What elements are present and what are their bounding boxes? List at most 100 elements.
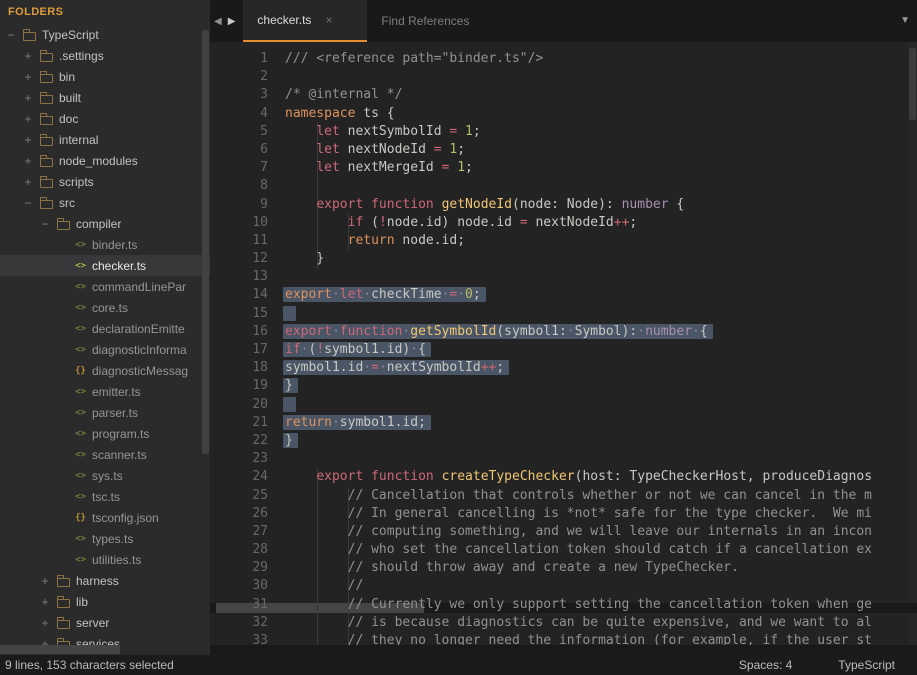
sidebar-file-diagnosticmessag[interactable]: {}diagnosticMessag xyxy=(0,360,210,381)
sidebar-file-core-ts[interactable]: <>core.ts xyxy=(0,297,210,318)
syntax-setting[interactable]: TypeScript xyxy=(838,658,895,672)
code-line-10[interactable]: 10 if (!node.id) node.id = nextNodeId++; xyxy=(210,214,917,232)
code-line-13[interactable]: 13 xyxy=(210,268,917,286)
code-line-28[interactable]: 28 // who set the cancellation token sho… xyxy=(210,541,917,559)
code-token: { xyxy=(418,342,426,357)
sidebar-file-diagnosticinforma[interactable]: <>diagnosticInforma xyxy=(0,339,210,360)
expand-icon[interactable]: + xyxy=(38,595,52,609)
sidebar-file-checker-ts[interactable]: <>checker.ts xyxy=(0,255,210,276)
sidebar-folder-built[interactable]: +built xyxy=(0,87,210,108)
code-token: symbol1.id) xyxy=(324,342,410,357)
code-line-26[interactable]: 26 // In general cancelling is *not* saf… xyxy=(210,505,917,523)
sidebar-file-binder-ts[interactable]: <>binder.ts xyxy=(0,234,210,255)
sidebar-folder-internal[interactable]: +internal xyxy=(0,129,210,150)
expand-icon[interactable]: + xyxy=(21,154,35,168)
code-line-6[interactable]: 6 let nextNodeId = 1; xyxy=(210,141,917,159)
code-line-5[interactable]: 5 let nextSymbolId = 1; xyxy=(210,123,917,141)
code-line-19[interactable]: 19} xyxy=(210,377,917,395)
code-token: · xyxy=(332,415,340,430)
sidebar-folder-node-modules[interactable]: +node_modules xyxy=(0,150,210,171)
item-label: diagnosticMessag xyxy=(92,364,188,378)
code-line-7[interactable]: 7 let nextMergeId = 1; xyxy=(210,159,917,177)
code-line-23[interactable]: 23 xyxy=(210,450,917,468)
code-line-27[interactable]: 27 // computing something, and we will l… xyxy=(210,523,917,541)
expand-icon[interactable]: + xyxy=(21,49,35,63)
code-line-31[interactable]: 31 // Currently we only support setting … xyxy=(210,596,917,614)
code-line-16[interactable]: 16export·function·getSymbolId(symbol1:·S… xyxy=(210,323,917,341)
tab-checker-ts[interactable]: checker.ts × xyxy=(243,0,367,42)
sidebar-folder-doc[interactable]: +doc xyxy=(0,108,210,129)
code-editor[interactable]: 1/// <reference path="binder.ts"/>23/* @… xyxy=(210,42,917,645)
expand-icon[interactable]: + xyxy=(21,91,35,105)
sidebar-folder-scripts[interactable]: +scripts xyxy=(0,171,210,192)
code-line-17[interactable]: 17if·(!symbol1.id)·{ xyxy=(210,341,917,359)
code-line-32[interactable]: 32 // is because diagnostics can be quit… xyxy=(210,614,917,632)
sidebar-file-sys-ts[interactable]: <>sys.ts xyxy=(0,465,210,486)
sidebar-folder-settings[interactable]: +.settings xyxy=(0,45,210,66)
tab-nav-back-icon[interactable]: ◀ xyxy=(214,16,222,27)
code-line-2[interactable]: 2 xyxy=(210,68,917,86)
collapse-icon[interactable]: − xyxy=(4,28,18,42)
collapse-icon[interactable]: − xyxy=(21,196,35,210)
code-token: ! xyxy=(316,342,324,357)
sidebar-file-declarationemitte[interactable]: <>declarationEmitte xyxy=(0,318,210,339)
code-line-8[interactable]: 8 xyxy=(210,177,917,195)
sidebar-file-commandlinepar[interactable]: <>commandLinePar xyxy=(0,276,210,297)
item-label: sys.ts xyxy=(92,469,123,483)
sidebar-folder-bin[interactable]: +bin xyxy=(0,66,210,87)
tab-nav-forward-icon[interactable]: ▶ xyxy=(228,16,236,27)
sidebar-vertical-scrollbar[interactable] xyxy=(202,30,209,454)
code-line-33[interactable]: 33 // they no longer need the informatio… xyxy=(210,632,917,645)
expand-icon[interactable]: + xyxy=(21,70,35,84)
code-line-4[interactable]: 4namespace ts { xyxy=(210,105,917,123)
collapse-icon[interactable]: − xyxy=(38,217,52,231)
code-line-22[interactable]: 22} xyxy=(210,432,917,450)
code-token: ; xyxy=(457,142,465,157)
sidebar-file-emitter-ts[interactable]: <>emitter.ts xyxy=(0,381,210,402)
code-line-25[interactable]: 25 // Cancellation that controls whether… xyxy=(210,487,917,505)
expand-icon[interactable]: + xyxy=(21,133,35,147)
line-number: 4 xyxy=(210,105,268,123)
tab-find-references[interactable]: Find References xyxy=(367,0,483,42)
code-line-21[interactable]: 21return·symbol1.id; xyxy=(210,414,917,432)
sidebar-file-tsc-ts[interactable]: <>tsc.ts xyxy=(0,486,210,507)
code-line-3[interactable]: 3/* @internal */ xyxy=(210,86,917,104)
expand-icon[interactable]: + xyxy=(21,175,35,189)
code-line-24[interactable]: 24 export function createTypeChecker(hos… xyxy=(210,468,917,486)
code-line-9[interactable]: 9 export function getNodeId(node: Node):… xyxy=(210,196,917,214)
code-line-18[interactable]: 18symbol1.id·=·nextSymbolId++; xyxy=(210,359,917,377)
code-token: ; xyxy=(496,360,504,375)
sidebar-folder-src[interactable]: −src xyxy=(0,192,210,213)
sidebar-folder-compiler[interactable]: −compiler xyxy=(0,213,210,234)
code-line-14[interactable]: 14export·let·checkTime·=·0; xyxy=(210,286,917,304)
code-line-15[interactable]: 15 xyxy=(210,305,917,323)
indentation-setting[interactable]: Spaces: 4 xyxy=(739,658,792,672)
tab-close-icon[interactable]: × xyxy=(325,13,332,27)
sidebar-file-program-ts[interactable]: <>program.ts xyxy=(0,423,210,444)
sidebar-folder-harness[interactable]: +harness xyxy=(0,570,210,591)
expand-icon[interactable]: + xyxy=(21,112,35,126)
sidebar-horizontal-scrollbar[interactable] xyxy=(0,645,120,654)
tab-overflow-icon[interactable]: ▼ xyxy=(900,15,910,26)
tab-label: Find References xyxy=(381,14,469,28)
sidebar-folder-typescript[interactable]: −TypeScript xyxy=(0,24,210,45)
code-line-11[interactable]: 11 return node.id; xyxy=(210,232,917,250)
sidebar-file-types-ts[interactable]: <>types.ts xyxy=(0,528,210,549)
expand-icon[interactable]: + xyxy=(38,574,52,588)
sidebar-folder-server[interactable]: +server xyxy=(0,612,210,633)
sidebar-file-tsconfig-json[interactable]: {}tsconfig.json xyxy=(0,507,210,528)
sidebar-folder-lib[interactable]: +lib xyxy=(0,591,210,612)
code-token: export xyxy=(316,469,363,484)
folder-icon xyxy=(40,53,53,62)
code-line-29[interactable]: 29 // should throw away and create a new… xyxy=(210,559,917,577)
code-line-20[interactable]: 20 xyxy=(210,396,917,414)
code-token: // computing something, and we will leav… xyxy=(348,524,872,539)
code-line-1[interactable]: 1/// <reference path="binder.ts"/> xyxy=(210,50,917,68)
code-line-12[interactable]: 12 } xyxy=(210,250,917,268)
sidebar-file-parser-ts[interactable]: <>parser.ts xyxy=(0,402,210,423)
selection-highlight: symbol1.id·=·nextSymbolId++; xyxy=(283,360,509,375)
sidebar-file-scanner-ts[interactable]: <>scanner.ts xyxy=(0,444,210,465)
code-line-30[interactable]: 30 // xyxy=(210,577,917,595)
expand-icon[interactable]: + xyxy=(38,616,52,630)
sidebar-file-utilities-ts[interactable]: <>utilities.ts xyxy=(0,549,210,570)
